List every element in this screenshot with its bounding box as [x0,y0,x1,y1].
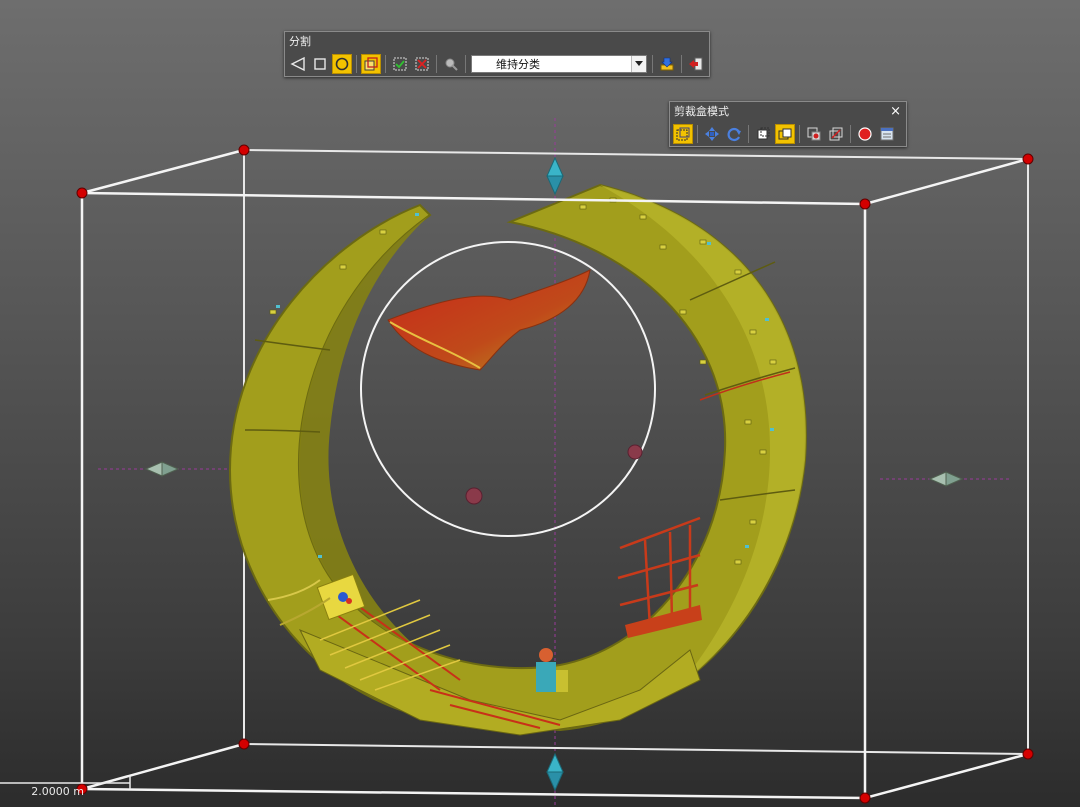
download-confirm-icon [660,57,674,71]
clipbox-toolbar-title[interactable]: 剪裁盒模式 × [670,102,906,122]
settings-panel-icon [880,127,894,141]
toolbar-separator [850,125,851,143]
toolbar-separator [748,125,749,143]
remove-inside-button[interactable] [412,54,432,74]
corner-handle[interactable] [859,792,871,804]
class-select-value: 维持分类 [496,58,540,71]
clipbox-toolbar: 剪裁盒模式 × [669,101,907,147]
toolbar-separator [356,55,357,73]
pick-class-icon [445,58,458,71]
corner-handle[interactable] [1022,153,1034,165]
segment-mode-icon [364,57,378,71]
exit-button[interactable] [686,54,706,74]
box-view-icon [829,127,843,141]
box-view-button[interactable] [826,124,846,144]
clip-outside-icon [778,128,792,140]
rotate-button[interactable] [724,124,744,144]
remove-inside-icon [415,57,429,71]
toolbar-separator [385,55,386,73]
record-icon [858,127,872,141]
pick-point-sphere [627,444,643,460]
record-button[interactable] [855,124,875,144]
3d-viewport[interactable]: 2.0000 m 分割 维持分类 剪裁盒模式 × [0,0,1080,807]
clipbox-fit-icon [676,127,690,141]
corner-handle[interactable] [238,738,250,750]
clip-outside-button[interactable] [775,124,795,144]
clipbox-title-text: 剪裁盒模式 [674,105,729,118]
clip-inside-icon [757,127,770,140]
circle-selection[interactable] [360,241,656,537]
class-select[interactable]: 维持分类 [471,55,647,73]
keep-inside-button[interactable] [390,54,410,74]
corner-handle[interactable] [238,144,250,156]
exit-icon [689,57,703,71]
move-button[interactable] [702,124,722,144]
toolbar-separator [681,55,682,73]
clipbox-fit-button[interactable] [673,124,693,144]
circle-select-button[interactable] [332,54,352,74]
tunnel-point-cloud [228,183,807,736]
chevron-down-icon[interactable] [631,56,646,72]
right-face-handle[interactable] [928,471,964,487]
keep-inside-icon [393,57,407,71]
confirm-button[interactable] [657,54,677,74]
corner-handle[interactable] [1022,748,1034,760]
toolbar-separator [465,55,466,73]
segment-mode-button[interactable] [361,54,381,74]
corner-handle[interactable] [76,187,88,199]
scale-bar-label: 2.0000 m [31,785,84,798]
bottom-face-handle[interactable] [546,752,564,792]
add-box-icon [807,127,821,141]
rectangle-select-button[interactable] [310,54,330,74]
top-face-handle[interactable] [546,156,564,196]
rotate-icon [727,127,741,142]
circle-select-icon [335,57,349,71]
toolbar-separator [652,55,653,73]
toolbar-separator [697,125,698,143]
move-icon [705,127,719,141]
pick-class-button[interactable] [441,54,461,74]
segment-toolbar: 分割 维持分类 [284,31,710,77]
corner-handle[interactable] [859,198,871,210]
polygon-select-button[interactable] [288,54,308,74]
point-cloud-scene[interactable] [0,0,1080,807]
close-icon[interactable]: × [890,102,901,122]
left-face-handle[interactable] [144,461,180,477]
add-box-button[interactable] [804,124,824,144]
settings-panel-button[interactable] [877,124,897,144]
polygon-select-icon [290,56,305,72]
toolbar-separator [799,125,800,143]
toolbar-separator [436,55,437,73]
segment-toolbar-title[interactable]: 分割 [285,32,709,52]
pick-point-sphere [465,487,483,505]
clip-inside-button[interactable] [753,124,773,144]
rectangle-select-icon [314,58,326,70]
